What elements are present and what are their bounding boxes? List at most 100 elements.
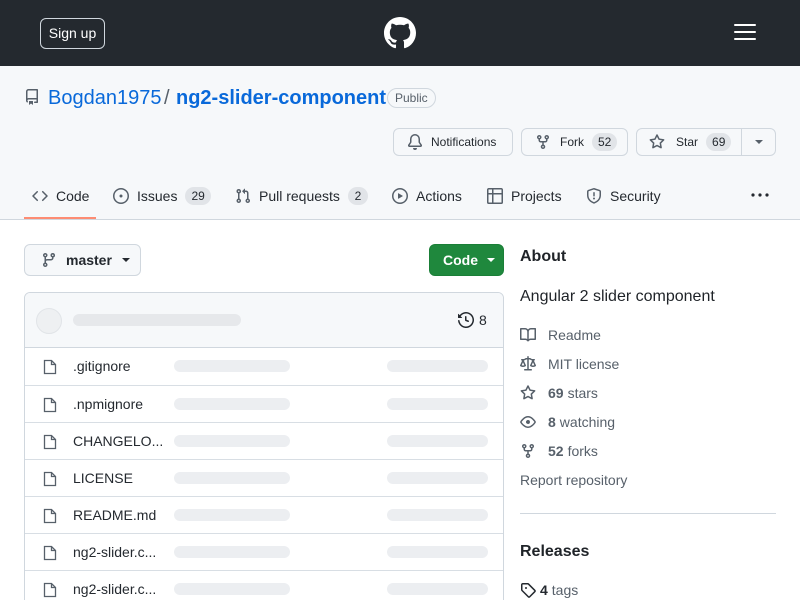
repo-icon — [25, 89, 38, 105]
tab-projects[interactable]: Projects — [487, 183, 562, 209]
sign-up-button[interactable]: Sign up — [40, 18, 105, 49]
report-repository-link[interactable]: Report repository — [520, 472, 627, 488]
file-name-link[interactable]: .npmignore — [73, 396, 143, 412]
commit-message-placeholder — [174, 509, 290, 521]
path-separator: / — [164, 87, 170, 109]
file-name-link[interactable]: CHANGELO... — [73, 433, 163, 449]
commit-date-placeholder — [387, 435, 488, 447]
commit-message-placeholder — [174, 546, 290, 558]
table-row[interactable]: CHANGELO... — [25, 422, 503, 459]
tab-issues[interactable]: Issues 29 — [113, 183, 211, 209]
star-button[interactable]: Star 69 — [636, 128, 742, 156]
commit-message-placeholder — [73, 314, 241, 326]
more-tabs-icon[interactable] — [750, 187, 770, 203]
tab-pull-requests-label: Pull requests — [259, 188, 340, 204]
file-name-link[interactable]: ng2-slider.c... — [73, 544, 156, 560]
file-name-link[interactable]: ng2-slider.c... — [73, 581, 156, 597]
file-icon — [43, 359, 57, 375]
triangle-down-icon — [487, 258, 495, 262]
forks-link[interactable]: 52 forks — [520, 443, 598, 459]
commit-date-placeholder — [387, 546, 488, 558]
watchers-link[interactable]: 8 watching — [520, 414, 615, 430]
commit-date-placeholder — [387, 472, 488, 484]
table-row[interactable]: ng2-slider.c... — [25, 570, 503, 600]
tab-code-label: Code — [56, 188, 90, 204]
issues-count: 29 — [185, 187, 211, 205]
stars-link[interactable]: 69 stars — [520, 385, 598, 401]
file-name-link[interactable]: README.md — [73, 507, 156, 523]
tab-security[interactable]: Security — [586, 183, 661, 209]
stars-count: 69 — [548, 385, 564, 401]
code-button-label: Code — [443, 252, 478, 268]
history-icon — [458, 312, 474, 328]
issue-icon — [113, 188, 129, 204]
book-icon — [520, 327, 536, 342]
code-icon — [32, 190, 48, 202]
code-dropdown-button[interactable]: Code — [429, 244, 504, 276]
commit-history-link[interactable]: 8 — [458, 312, 487, 328]
eye-icon — [520, 416, 536, 428]
about-heading: About — [520, 248, 567, 265]
commit-message-placeholder — [174, 360, 290, 372]
file-icon — [43, 397, 57, 413]
star-count: 69 — [706, 133, 732, 151]
tab-actions[interactable]: Actions — [392, 183, 462, 209]
commit-message-placeholder — [174, 435, 290, 447]
divider — [520, 513, 776, 514]
branch-select-button[interactable]: master — [24, 244, 141, 276]
file-browser: 8 .gitignore .npmignore CHANGELO... LICE… — [24, 292, 504, 600]
watching-label: watching — [559, 414, 616, 430]
forks-label: forks — [567, 443, 598, 459]
avatar — [36, 308, 62, 334]
pull-request-icon — [236, 188, 251, 204]
table-row[interactable]: ng2-slider.c... — [25, 533, 503, 570]
repo-owner-link[interactable]: Bogdan1975 — [48, 87, 161, 110]
license-label: MIT license — [548, 356, 620, 372]
latest-commit-bar: 8 — [25, 293, 503, 348]
tab-projects-label: Projects — [511, 188, 562, 204]
visibility-badge: Public — [387, 88, 436, 108]
commit-date-placeholder — [387, 360, 488, 372]
table-row[interactable]: .npmignore — [25, 385, 503, 422]
tab-issues-label: Issues — [137, 188, 178, 204]
menu-icon[interactable] — [734, 24, 756, 40]
commit-date-placeholder — [387, 583, 488, 595]
commit-date-placeholder — [387, 509, 488, 521]
releases-heading[interactable]: Releases — [520, 543, 589, 561]
branch-name: master — [66, 252, 112, 268]
file-icon — [43, 582, 57, 598]
star-dropdown-button[interactable] — [741, 128, 776, 156]
file-name-link[interactable]: .gitignore — [73, 358, 131, 374]
github-logo-icon[interactable] — [384, 17, 416, 49]
file-name-link[interactable]: LICENSE — [73, 470, 133, 486]
tags-count: 4 — [540, 582, 548, 598]
tab-code[interactable]: Code — [32, 183, 89, 209]
play-icon — [392, 188, 408, 204]
law-icon — [520, 356, 536, 371]
table-row[interactable]: .gitignore — [25, 348, 503, 385]
triangle-down-icon — [121, 258, 130, 262]
table-row[interactable]: README.md — [25, 496, 503, 533]
site-header: Sign up — [0, 0, 800, 66]
star-icon — [649, 134, 665, 149]
file-icon — [43, 434, 57, 450]
commit-date-placeholder — [387, 398, 488, 410]
shield-icon — [587, 188, 601, 204]
forks-count: 52 — [548, 443, 564, 459]
license-link[interactable]: MIT license — [520, 356, 619, 372]
table-icon — [487, 188, 503, 204]
tags-link[interactable]: 4 tags — [520, 582, 578, 598]
fork-icon — [537, 135, 549, 150]
repo-name-link[interactable]: ng2-slider-component — [176, 87, 386, 110]
fork-button[interactable]: Fork 52 — [521, 128, 628, 156]
notifications-button[interactable]: Notifications — [393, 128, 513, 156]
readme-link[interactable]: Readme — [520, 327, 601, 343]
active-tab-indicator — [24, 217, 96, 219]
table-row[interactable]: LICENSE — [25, 459, 503, 496]
star-label: Star — [676, 135, 699, 149]
commit-message-placeholder — [174, 472, 290, 484]
notifications-label: Notifications — [431, 135, 497, 149]
repo-description: Angular 2 slider component — [520, 288, 715, 305]
tags-label: tags — [551, 582, 579, 598]
tab-pull-requests[interactable]: Pull requests 2 — [235, 183, 368, 209]
